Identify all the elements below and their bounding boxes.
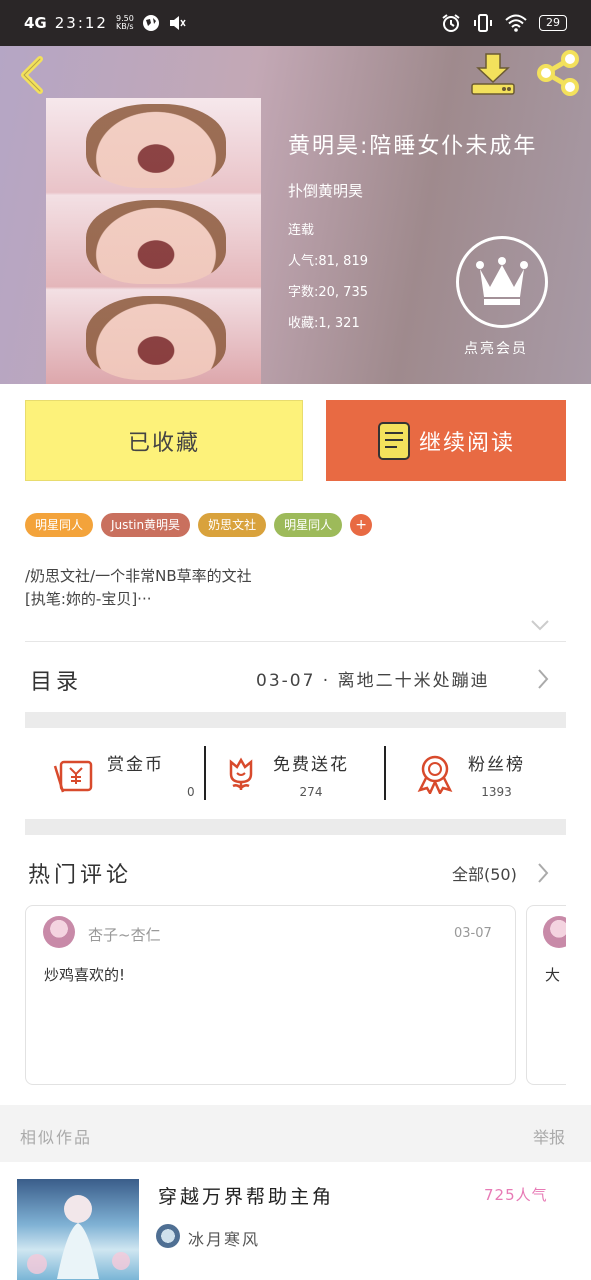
stat-name: 免费送花 (273, 754, 349, 775)
continue-reading-label: 继续阅读 (418, 430, 515, 456)
chevron-right-icon[interactable] (536, 862, 550, 884)
comment-card[interactable]: 大 (526, 905, 566, 1085)
collected-button[interactable]: 已收藏 (25, 400, 303, 481)
cover-image-panel (86, 296, 226, 380)
vibrate-icon (474, 14, 492, 32)
similar-work-author[interactable]: 冰月寒风 (188, 1226, 260, 1250)
comment-date: 03-07 (454, 926, 492, 941)
member-badge[interactable] (456, 236, 548, 328)
stat-name: 赏金币 (107, 754, 164, 775)
red-envelope-icon (53, 760, 93, 793)
add-tag-button[interactable]: + (350, 514, 373, 536)
flower-icon (229, 757, 253, 790)
medal-icon (417, 755, 453, 794)
support-stats: 赏金币 0 免费送花 274 粉丝榜 1393 (25, 744, 566, 804)
similar-work-title[interactable]: 穿越万界帮助主角 (158, 1182, 334, 1209)
commenter-name: 杏子~杏仁 (88, 926, 161, 944)
cover-illustration (27, 1195, 130, 1279)
hot-comments-title: 热门评论 (28, 863, 133, 888)
similar-work-item[interactable]: 穿越万界帮助主角 725人气 冰月寒风 (0, 1162, 591, 1280)
comment-text: 炒鸡喜欢的! (44, 966, 126, 984)
book-description: /奶思文社/一个非常NB草率的文社 [执笔:妳的-宝贝]··· (25, 565, 252, 611)
stat-fan-ranking[interactable]: 粉丝榜 1393 (416, 744, 525, 804)
continue-reading-button[interactable]: 继续阅读 (326, 400, 566, 481)
book-icon (377, 421, 410, 460)
book-author[interactable]: 扑倒黄明昊 (288, 180, 537, 201)
book-header: 黄明昊:陪睡女仆未成年 扑倒黄明昊 连载 人气:81, 819 字数:20, 7… (0, 46, 591, 384)
stat-value: 0 (187, 784, 195, 799)
cover-image-panel (86, 104, 226, 188)
book-title: 黄明昊:陪睡女仆未成年 (288, 134, 538, 159)
description-line: [执笔:妳的-宝贝]··· (25, 590, 152, 608)
section-separator (25, 819, 566, 835)
battery-indicator: 29 (539, 15, 567, 31)
toc-label[interactable]: 目录 (30, 664, 82, 696)
avatar[interactable] (543, 916, 566, 948)
stat-name: 粉丝榜 (468, 754, 525, 775)
toc-latest-chapter[interactable]: 03-07 · 离地二十米处蹦迪 (256, 666, 490, 691)
crown-icon (476, 257, 528, 305)
stat-reward-coins[interactable]: 赏金币 0 (53, 744, 195, 804)
all-comments-link[interactable]: 全部(50) (452, 861, 517, 885)
similar-works-label: 相似作品 (20, 1128, 93, 1147)
chevron-down-icon[interactable] (530, 618, 550, 632)
divider (384, 746, 386, 800)
divider (25, 641, 566, 642)
status-time: 23:12 (54, 14, 108, 32)
comment-text: 大 (545, 966, 561, 984)
alarm-icon (442, 14, 460, 32)
book-cover[interactable] (46, 98, 261, 384)
net-speed-unit: KB/s (115, 22, 134, 31)
download-icon[interactable] (470, 52, 516, 96)
share-icon[interactable] (534, 50, 582, 96)
chevron-right-icon[interactable] (536, 668, 550, 690)
tag-item[interactable]: 明星同人 (274, 513, 343, 537)
similar-work-popularity: 725人气 (484, 1186, 548, 1204)
member-label[interactable]: 点亮会员 (464, 338, 528, 358)
comment-card[interactable]: 杏子~杏仁 03-07 炒鸡喜欢的! (25, 905, 516, 1085)
stat-value: 1393 (481, 784, 512, 799)
tag-item[interactable]: 奶思文社 (198, 513, 267, 537)
stat-value: 274 (299, 784, 323, 799)
back-arrow-icon[interactable] (14, 54, 50, 96)
report-link[interactable]: 举报 (533, 1124, 565, 1148)
cover-image-panel (86, 200, 226, 284)
mute-icon (169, 16, 186, 30)
net-speed: 9.50 KB/s (116, 15, 134, 31)
divider (204, 746, 206, 800)
collected-button-label: 已收藏 (127, 430, 200, 456)
globe-icon (142, 15, 159, 31)
status-bar: 4G 23:12 9.50 KB/s 29 (0, 0, 591, 46)
wifi-icon (505, 14, 527, 32)
avatar[interactable] (156, 1224, 180, 1248)
section-separator (25, 712, 566, 728)
tag-item[interactable]: 明星同人 (25, 513, 94, 537)
tag-list: 明星同人 Justin黄明昊 奶思文社 明星同人 + (25, 513, 373, 537)
avatar[interactable] (43, 916, 75, 948)
stat-free-flowers[interactable]: 免费送花 274 (223, 744, 349, 804)
similar-work-cover[interactable] (17, 1179, 139, 1280)
tag-item[interactable]: Justin黄明昊 (101, 513, 191, 537)
network-indicator: 4G (24, 14, 47, 32)
description-line: /奶思文社/一个非常NB草率的文社 (25, 567, 252, 585)
